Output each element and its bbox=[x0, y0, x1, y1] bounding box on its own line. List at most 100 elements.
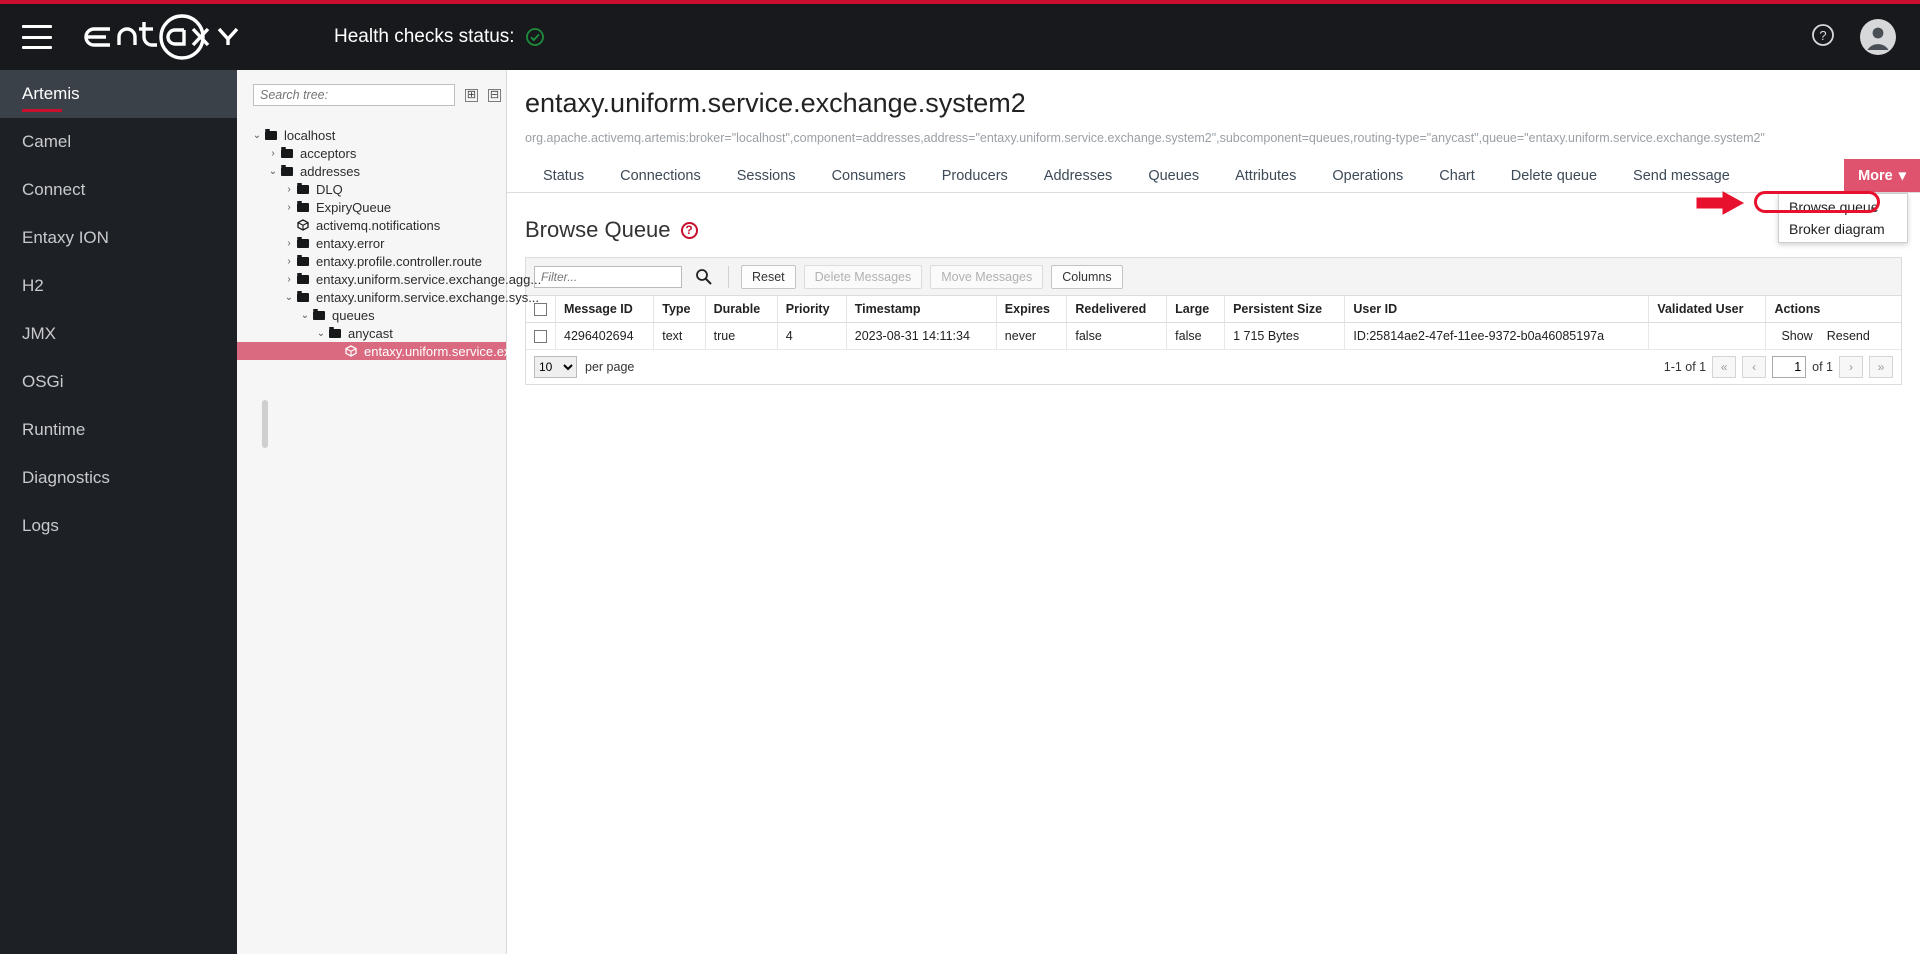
dropdown-item-browse-queue[interactable]: Browse queue bbox=[1779, 196, 1907, 218]
resend-message-button[interactable]: Resend bbox=[1820, 329, 1877, 343]
tree-node[interactable]: ⌄ queues bbox=[237, 306, 506, 324]
tab-send-message[interactable]: Send message bbox=[1615, 159, 1748, 192]
entaxy-logo[interactable] bbox=[74, 7, 264, 67]
tab-delete-queue[interactable]: Delete queue bbox=[1493, 159, 1615, 192]
hamburger-menu-icon[interactable] bbox=[22, 25, 52, 49]
column-header[interactable]: Redelivered bbox=[1066, 296, 1168, 324]
tab-sessions[interactable]: Sessions bbox=[719, 159, 814, 192]
chevron-right-icon[interactable]: › bbox=[283, 256, 295, 267]
select-all-checkbox[interactable] bbox=[534, 303, 547, 317]
column-header[interactable]: Priority bbox=[777, 296, 847, 324]
sidebar-item-entaxy-ion[interactable]: Entaxy ION bbox=[0, 214, 237, 262]
chevron-right-icon[interactable]: › bbox=[521, 345, 525, 357]
chevron-right-icon[interactable]: › bbox=[283, 202, 295, 213]
column-header[interactable]: User ID bbox=[1344, 296, 1650, 324]
tab-addresses[interactable]: Addresses bbox=[1026, 159, 1131, 192]
filter-input[interactable] bbox=[534, 265, 682, 288]
health-checks-label: Health checks status: bbox=[334, 26, 515, 47]
tree-node[interactable]: › DLQ bbox=[237, 180, 506, 198]
column-header[interactable]: Persistent Size bbox=[1224, 296, 1346, 324]
tab-chart[interactable]: Chart bbox=[1421, 159, 1492, 192]
sidebar-item-diagnostics[interactable]: Diagnostics bbox=[0, 454, 237, 502]
tree-node[interactable]: › acceptors bbox=[237, 144, 506, 162]
help-icon[interactable]: ? bbox=[1810, 22, 1836, 52]
folder-icon bbox=[263, 128, 279, 140]
delete-messages-button[interactable]: Delete Messages bbox=[803, 264, 923, 289]
chevron-right-icon[interactable]: › bbox=[283, 184, 295, 195]
collapse-all-icon[interactable]: ⊟ bbox=[488, 88, 501, 102]
sidebar-item-camel[interactable]: Camel bbox=[0, 118, 237, 166]
columns-button[interactable]: Columns bbox=[1051, 264, 1123, 289]
sidebar-item-label: Artemis bbox=[22, 84, 80, 103]
tab-producers[interactable]: Producers bbox=[924, 159, 1026, 192]
sidebar-item-osgi[interactable]: OSGi bbox=[0, 358, 237, 406]
tab-consumers[interactable]: Consumers bbox=[814, 159, 924, 192]
tree-node[interactable]: ⌄ anycast bbox=[237, 324, 506, 342]
first-page-button[interactable]: « bbox=[1712, 356, 1737, 379]
sidebar-item-h2[interactable]: H2 bbox=[0, 262, 237, 310]
row-checkbox[interactable] bbox=[534, 330, 547, 344]
help-circle-icon[interactable]: ? bbox=[680, 221, 698, 239]
tab-connections[interactable]: Connections bbox=[602, 159, 719, 192]
tree-node[interactable]: › entaxy.error bbox=[237, 234, 506, 252]
range-label: 1-1 of 1 bbox=[1663, 360, 1707, 375]
tree-node[interactable]: › ExpiryQueue bbox=[237, 198, 506, 216]
chevron-right-icon[interactable]: › bbox=[283, 274, 295, 285]
tree-node-label: addresses bbox=[300, 163, 360, 179]
search-tree-input[interactable] bbox=[253, 84, 455, 106]
column-header[interactable]: Large bbox=[1166, 296, 1226, 324]
sidebar-item-runtime[interactable]: Runtime bbox=[0, 406, 237, 454]
chevron-down-icon[interactable]: ⌄ bbox=[299, 310, 311, 321]
chevron-down-icon[interactable]: ⌄ bbox=[267, 166, 279, 177]
cube-icon bbox=[295, 219, 311, 231]
tree-node[interactable]: entaxy.uniform.service.ex... › bbox=[237, 342, 525, 360]
column-header[interactable]: Timestamp bbox=[846, 296, 997, 324]
prev-page-button[interactable]: ‹ bbox=[1742, 356, 1767, 379]
chevron-right-icon[interactable]: › bbox=[283, 238, 295, 249]
tab-more[interactable]: More ▾ bbox=[1844, 159, 1920, 192]
column-header[interactable]: Type bbox=[653, 296, 706, 324]
chevron-down-icon[interactable]: ⌄ bbox=[315, 328, 327, 339]
row-checkbox-cell bbox=[526, 322, 556, 351]
tree-node[interactable]: › entaxy.profile.controller.route bbox=[237, 252, 506, 270]
column-header[interactable]: Message ID bbox=[555, 296, 655, 324]
sidebar-item-artemis[interactable]: Artemis bbox=[0, 70, 237, 118]
tree-node[interactable]: ⌄ entaxy.uniform.service.exchange.sys... bbox=[237, 288, 539, 306]
column-header[interactable]: Validated User bbox=[1648, 296, 1767, 324]
browse-queue-header: Browse Queue ? bbox=[525, 217, 1920, 243]
section-title: Browse Queue bbox=[525, 217, 671, 242]
page-number-input[interactable] bbox=[1772, 356, 1807, 379]
show-message-button[interactable]: Show bbox=[1774, 329, 1819, 343]
tree-node[interactable]: activemq.notifications bbox=[237, 216, 506, 234]
user-avatar[interactable] bbox=[1860, 19, 1896, 55]
tree-node[interactable]: ⌄ localhost bbox=[237, 126, 506, 144]
column-header[interactable]: Durable bbox=[705, 296, 778, 324]
column-header[interactable]: Actions bbox=[1765, 296, 1901, 324]
tab-queues[interactable]: Queues bbox=[1130, 159, 1217, 192]
chevron-down-icon[interactable]: ⌄ bbox=[251, 130, 263, 141]
sidebar-item-connect[interactable]: Connect bbox=[0, 166, 237, 214]
next-page-button[interactable]: › bbox=[1839, 356, 1863, 379]
column-header[interactable]: Expires bbox=[996, 296, 1068, 324]
sidebar-item-logs[interactable]: Logs bbox=[0, 502, 237, 550]
tab-status[interactable]: Status bbox=[525, 159, 602, 192]
expand-all-icon[interactable]: ⊞ bbox=[465, 88, 478, 102]
sidebar-item-jmx[interactable]: JMX bbox=[0, 310, 237, 358]
tab-operations[interactable]: Operations bbox=[1314, 159, 1421, 192]
last-page-button[interactable]: » bbox=[1869, 356, 1893, 379]
chevron-right-icon[interactable]: › bbox=[267, 148, 279, 159]
chevron-down-icon: ▾ bbox=[1898, 167, 1906, 184]
search-icon[interactable] bbox=[690, 265, 716, 289]
reset-button[interactable]: Reset bbox=[741, 264, 796, 289]
entaxy-logo-icon bbox=[84, 14, 239, 60]
pagination-controls: 1-1 of 1 « ‹ of 1 › » bbox=[1663, 356, 1893, 379]
tree-node[interactable]: ⌄ addresses bbox=[237, 162, 506, 180]
tree-scrollbar[interactable] bbox=[262, 400, 268, 448]
move-messages-button[interactable]: Move Messages bbox=[930, 264, 1044, 289]
chevron-down-icon[interactable]: ⌄ bbox=[283, 292, 295, 303]
tree-node[interactable]: › entaxy.uniform.service.exchange.agg... bbox=[237, 270, 541, 288]
tab-attributes[interactable]: Attributes bbox=[1217, 159, 1314, 192]
table-row[interactable]: 4296402694 text true 4 2023-08-31 14:11:34 ne… bbox=[526, 322, 1901, 351]
dropdown-item-broker-diagram[interactable]: Broker diagram bbox=[1779, 218, 1907, 240]
per-page-select[interactable]: 102050100 bbox=[534, 356, 577, 379]
